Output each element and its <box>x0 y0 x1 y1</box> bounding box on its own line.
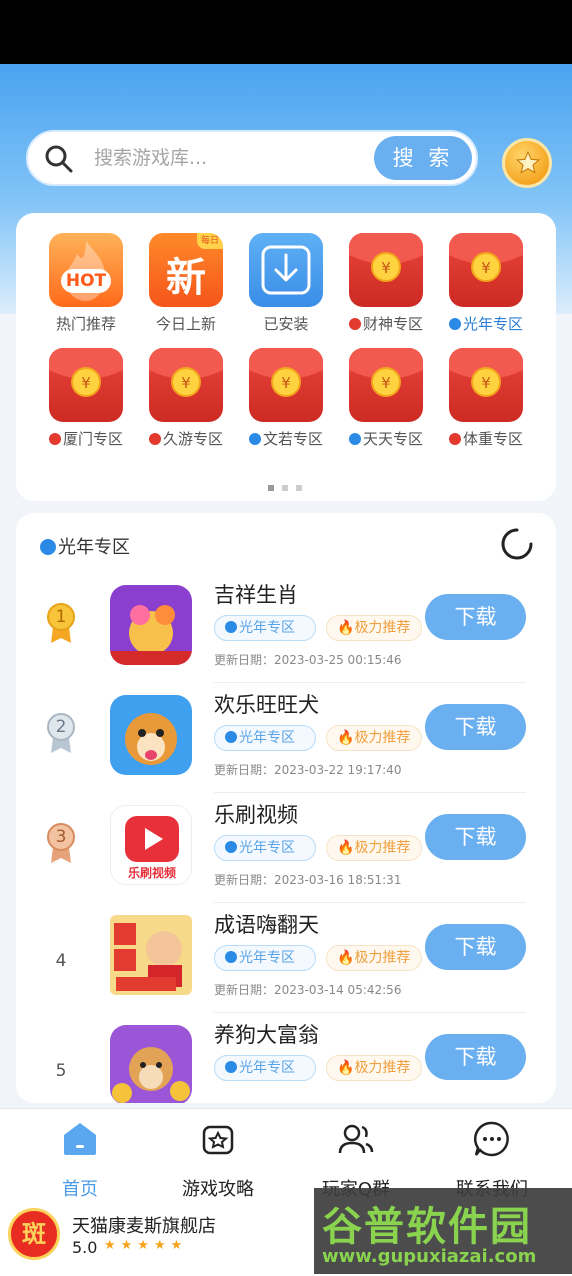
category-guangnian[interactable]: ¥ 光年专区 <box>436 233 536 334</box>
zone-tag: 光年专区 <box>214 1055 316 1081</box>
page-indicator <box>268 476 310 495</box>
refresh-icon[interactable] <box>500 527 534 561</box>
category-hot[interactable]: HOT 热门推荐 <box>36 233 136 334</box>
red-envelope-icon: ¥ <box>249 348 323 422</box>
red-envelope-icon: ¥ <box>449 348 523 422</box>
app-icon <box>110 1025 192 1103</box>
download-button[interactable]: 下载 <box>425 704 526 750</box>
red-envelope-icon: ¥ <box>149 348 223 422</box>
category-tiantian[interactable]: ¥ 天天专区 <box>336 348 436 449</box>
gold-medal-icon: 1 <box>44 601 78 645</box>
watermark: 谷普软件园 www.gupuxiazai.com <box>314 1188 572 1274</box>
fire-icon: 🔥 <box>337 730 355 746</box>
ranking-list: 光年专区 1 吉祥生肖 光年专区 🔥极力推荐 更新日期：2023-03-25 0… <box>16 513 556 1103</box>
category-xiamen[interactable]: ¥ 厦门专区 <box>36 348 136 449</box>
red-dot-icon <box>348 318 361 330</box>
svg-text:¥: ¥ <box>381 374 391 392</box>
hot-fire-icon: HOT <box>49 233 123 307</box>
svg-text:¥: ¥ <box>481 259 491 277</box>
search-button[interactable]: 搜 索 <box>374 136 472 180</box>
blue-dot-icon <box>225 951 237 963</box>
red-dot-icon <box>48 433 61 445</box>
rating-stars-icon: ★★★★★ <box>104 1238 188 1253</box>
app-icon <box>110 585 192 665</box>
download-button[interactable]: 下载 <box>425 814 526 860</box>
blue-dot-icon <box>225 841 237 853</box>
bottom-tab-bar: 首页 游戏攻略 玩家Q群 联系我们 <box>0 1108 572 1201</box>
recommend-tag: 🔥极力推荐 <box>326 945 422 971</box>
blue-dot-icon <box>248 433 261 445</box>
favorites-button[interactable] <box>502 138 552 188</box>
search-icon <box>45 145 73 173</box>
svg-text:¥: ¥ <box>281 374 291 392</box>
red-dot-icon <box>148 433 161 445</box>
category-jiuyou[interactable]: ¥ 久游专区 <box>136 348 236 449</box>
fire-icon: 🔥 <box>337 840 355 856</box>
rank-number: 4 <box>55 951 67 971</box>
red-envelope-icon: ¥ <box>349 233 423 307</box>
list-item[interactable]: 3 乐刷视频 乐刷视频 光年专区 🔥极力推荐 更新日期：2023-03-16 1… <box>16 793 556 903</box>
recommend-tag: 🔥极力推荐 <box>326 725 422 751</box>
svg-text:¥: ¥ <box>181 374 191 392</box>
list-title: 光年专区 <box>40 533 130 559</box>
recommend-tag: 🔥极力推荐 <box>326 835 422 861</box>
fire-icon: 🔥 <box>337 950 355 966</box>
fire-icon: 🔥 <box>337 1060 355 1076</box>
rank-number: 5 <box>55 1061 67 1081</box>
svg-text:¥: ¥ <box>481 374 491 392</box>
group-icon <box>338 1124 374 1154</box>
download-button[interactable]: 下载 <box>425 594 526 640</box>
blue-dot-icon <box>40 539 56 555</box>
recommend-tag: 🔥极力推荐 <box>326 1055 422 1081</box>
list-item[interactable]: 2 欢乐旺旺犬 光年专区 🔥极力推荐 更新日期：2023-03-22 19:17… <box>16 683 556 793</box>
tab-home[interactable]: 首页 <box>10 1119 150 1201</box>
svg-text:¥: ¥ <box>381 259 391 277</box>
zone-tag: 光年专区 <box>214 615 316 641</box>
zone-tag: 光年专区 <box>214 835 316 861</box>
star-icon <box>515 150 541 174</box>
zone-tag: 光年专区 <box>214 725 316 751</box>
bronze-medal-icon: 3 <box>44 821 78 865</box>
blue-dot-icon <box>225 621 237 633</box>
status-bar <box>0 0 572 64</box>
list-item[interactable]: 5 养狗大富翁 光年专区 🔥极力推荐 下载 <box>16 1013 556 1103</box>
blue-dot-icon <box>225 1061 237 1073</box>
search-input[interactable] <box>94 132 374 184</box>
red-envelope-icon: ¥ <box>449 233 523 307</box>
search-bar: 搜 索 <box>26 130 478 186</box>
download-button[interactable]: 下载 <box>425 1034 526 1080</box>
category-wenruo[interactable]: ¥ 文若专区 <box>236 348 336 449</box>
fire-icon: 🔥 <box>337 620 355 636</box>
category-tizhong[interactable]: ¥ 体重专区 <box>436 348 536 449</box>
silver-medal-icon: 2 <box>44 711 78 755</box>
blue-dot-icon <box>225 731 237 743</box>
download-tray-icon <box>249 233 323 307</box>
recommend-tag: 🔥极力推荐 <box>326 615 422 641</box>
red-envelope-icon: ¥ <box>49 348 123 422</box>
blue-dot-icon <box>448 318 461 330</box>
list-item[interactable]: 1 吉祥生肖 光年专区 🔥极力推荐 更新日期：2023-03-25 00:15:… <box>16 573 556 683</box>
zone-tag: 光年专区 <box>214 945 316 971</box>
store-logo: 斑 <box>8 1208 60 1260</box>
category-caishen[interactable]: ¥ 财神专区 <box>336 233 436 334</box>
category-installed[interactable]: 已安装 <box>236 233 336 334</box>
blue-dot-icon <box>348 433 361 445</box>
tab-strategy[interactable]: 游戏攻略 <box>148 1119 288 1201</box>
app-icon <box>110 915 192 995</box>
download-button[interactable]: 下载 <box>425 924 526 970</box>
red-envelope-icon: ¥ <box>349 348 423 422</box>
chat-icon <box>473 1121 509 1157</box>
app-icon: 乐刷视频 <box>110 805 192 885</box>
red-dot-icon <box>448 433 461 445</box>
home-icon <box>64 1123 96 1155</box>
app-icon <box>110 695 192 775</box>
strategy-icon <box>202 1125 234 1155</box>
category-new[interactable]: 新 每日 今日上新 <box>136 233 236 334</box>
svg-text:¥: ¥ <box>81 374 91 392</box>
list-item[interactable]: 4 成语嗨翻天 光年专区 🔥极力推荐 更新日期：2023-03-14 05:42… <box>16 903 556 1013</box>
category-grid: HOT 热门推荐 新 每日 今日上新 已安装 ¥ 财神专区 ¥ 光年专区 ¥ 厦… <box>16 213 556 501</box>
new-icon: 新 每日 <box>149 233 223 307</box>
